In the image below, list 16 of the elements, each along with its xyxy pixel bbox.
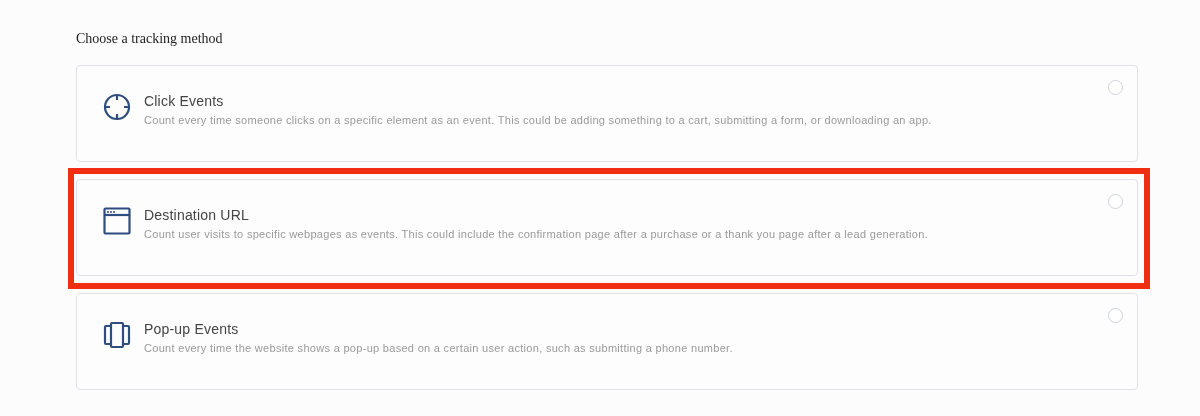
option-title: Destination URL xyxy=(144,207,250,223)
radio-button[interactable] xyxy=(1108,308,1123,323)
radio-button[interactable] xyxy=(1108,194,1123,209)
option-card[interactable]: Click Events Count every time someone clicks on a specific element as an event. This could be adding something to a cart, submitting a form, or downloading an app. xyxy=(76,65,1138,162)
panels-icon xyxy=(103,321,131,349)
section-heading: Choose a tracking method xyxy=(76,31,224,47)
crosshair-icon xyxy=(103,93,131,121)
option-description: Count every time the website shows a pop-up based on a certain user action, such as submitting a phone number. xyxy=(144,342,734,354)
option-description: Count every time someone clicks on a specific element as an event. This could be adding something to a cart, submitting a form, or downloading an app. xyxy=(144,114,933,126)
radio-button[interactable] xyxy=(1108,80,1123,95)
option-title: Pop-up Events xyxy=(144,321,240,337)
option-title: Click Events xyxy=(144,93,225,109)
browser-window-icon xyxy=(103,207,131,235)
option-card[interactable]: Destination URL Count user visits to specific webpages as events. This could include the confirmation page after a purchase or a thank you page after a lead generation. xyxy=(76,179,1138,276)
option-card[interactable]: Pop-up Events Count every time the website shows a pop-up based on a certain user action, such as submitting a phone number. xyxy=(76,293,1138,390)
option-description: Count user visits to specific webpages as events. This could include the confirmation page after a purchase or a thank you page after a lead generation. xyxy=(144,228,930,240)
